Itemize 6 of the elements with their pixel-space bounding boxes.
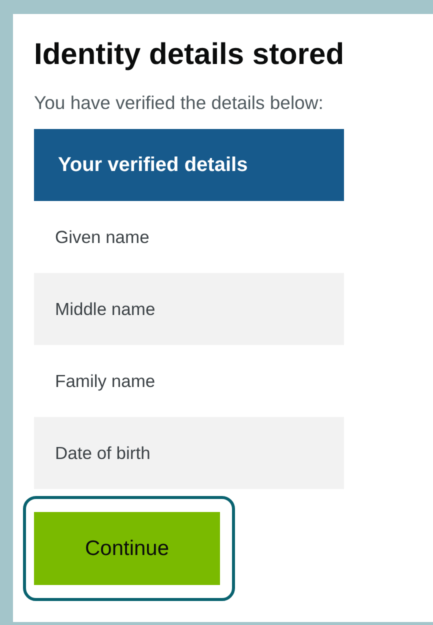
page-title: Identity details stored <box>34 37 346 73</box>
detail-row: Middle name <box>34 273 344 345</box>
table-header: Your verified details <box>34 129 344 201</box>
intro-text: You have verified the details below: <box>34 91 324 115</box>
continue-button[interactable]: Continue <box>34 512 220 585</box>
detail-row: Date of birth <box>34 417 344 489</box>
